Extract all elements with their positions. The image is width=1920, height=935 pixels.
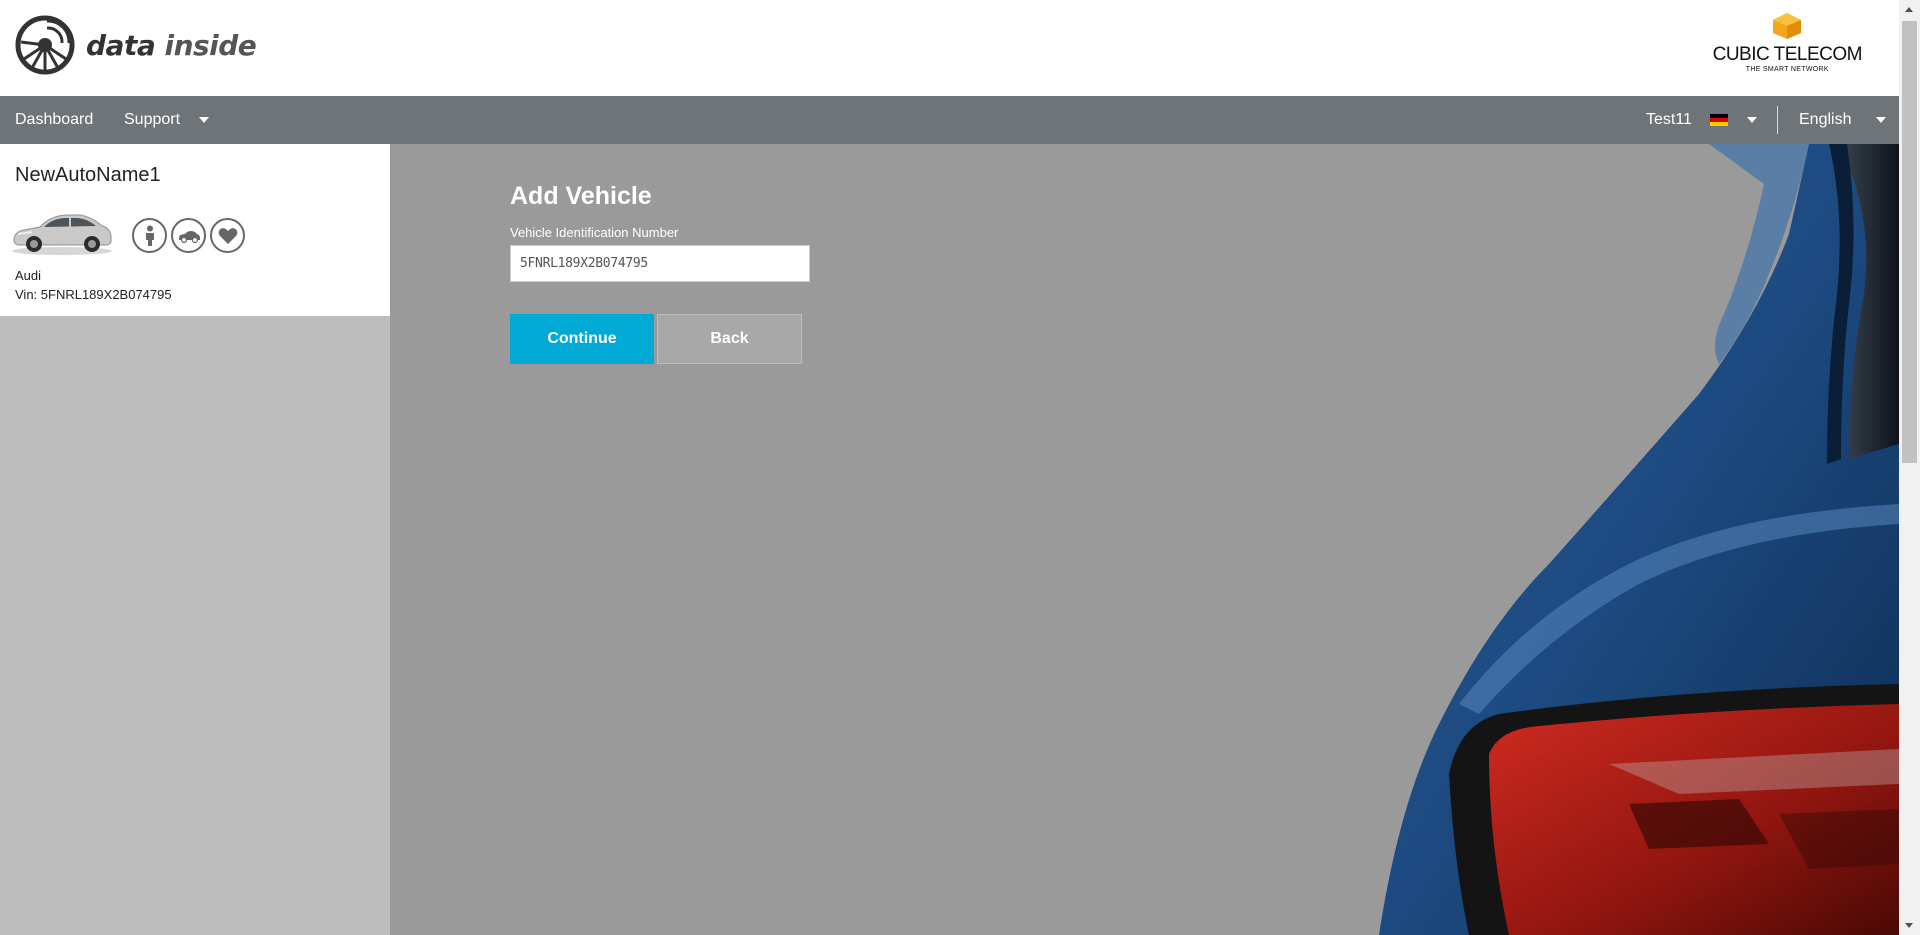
vehicle-status-icons <box>132 218 245 253</box>
heart-icon[interactable] <box>210 218 245 253</box>
top-navbar: Dashboard Support Test11 English <box>0 96 1899 144</box>
chevron-down-icon <box>1746 116 1757 123</box>
continue-button[interactable]: Continue <box>510 314 654 364</box>
wheel-signal-icon <box>15 15 75 75</box>
back-button[interactable]: Back <box>657 314 802 364</box>
vehicle-vin: Vin: 5FNRL189X2B074795 <box>15 287 172 302</box>
sidebar: NewAutoName1 Audi Vin: 5FNRL189X2B074795 <box>0 144 390 935</box>
vehicle-name: NewAutoName1 <box>15 164 161 186</box>
vertical-scrollbar[interactable] <box>1899 0 1920 935</box>
header: data inside CUBIC TELECOM THE SMART NETW… <box>0 0 1899 96</box>
car-icon[interactable] <box>171 218 206 253</box>
chevron-down-icon <box>198 116 209 123</box>
language-selector[interactable]: English <box>1799 96 1886 144</box>
nav-support-label: Support <box>124 111 181 128</box>
user-name: Test11 <box>1646 111 1692 128</box>
main-content: Add Vehicle Vehicle Identification Numbe… <box>390 144 1899 935</box>
cube-icon <box>1773 13 1802 39</box>
car-image <box>12 214 112 255</box>
navbar-divider <box>1777 106 1778 134</box>
data-inside-logo[interactable]: data inside <box>14 14 257 76</box>
language-label: English <box>1799 111 1852 128</box>
nav-dashboard[interactable]: Dashboard <box>15 96 93 144</box>
cubic-telecom-logo: CUBIC TELECOM THE SMART NETWORK <box>1712 12 1863 74</box>
vin-label: Vehicle Identification Number <box>510 225 679 240</box>
nav-support[interactable]: Support <box>124 96 209 144</box>
chevron-down-icon <box>1875 116 1886 123</box>
partner-tagline: THE SMART NETWORK <box>1745 66 1829 73</box>
germany-flag-icon <box>1710 113 1729 126</box>
user-menu[interactable]: Test11 <box>1646 96 1757 144</box>
vehicle-card[interactable]: NewAutoName1 Audi Vin: 5FNRL189X2B074795 <box>0 144 390 316</box>
scroll-down-icon[interactable] <box>1905 923 1913 928</box>
page-title: Add Vehicle <box>510 182 652 210</box>
logo-text: data inside <box>86 28 257 62</box>
scroll-up-icon[interactable] <box>1905 7 1913 12</box>
person-icon[interactable] <box>132 218 167 253</box>
vehicle-make: Audi <box>15 268 42 283</box>
background-car-image <box>1379 144 1899 935</box>
scroll-thumb[interactable] <box>1902 21 1917 463</box>
vin-input[interactable] <box>510 245 810 282</box>
partner-name: CUBIC TELECOM <box>1712 44 1863 65</box>
